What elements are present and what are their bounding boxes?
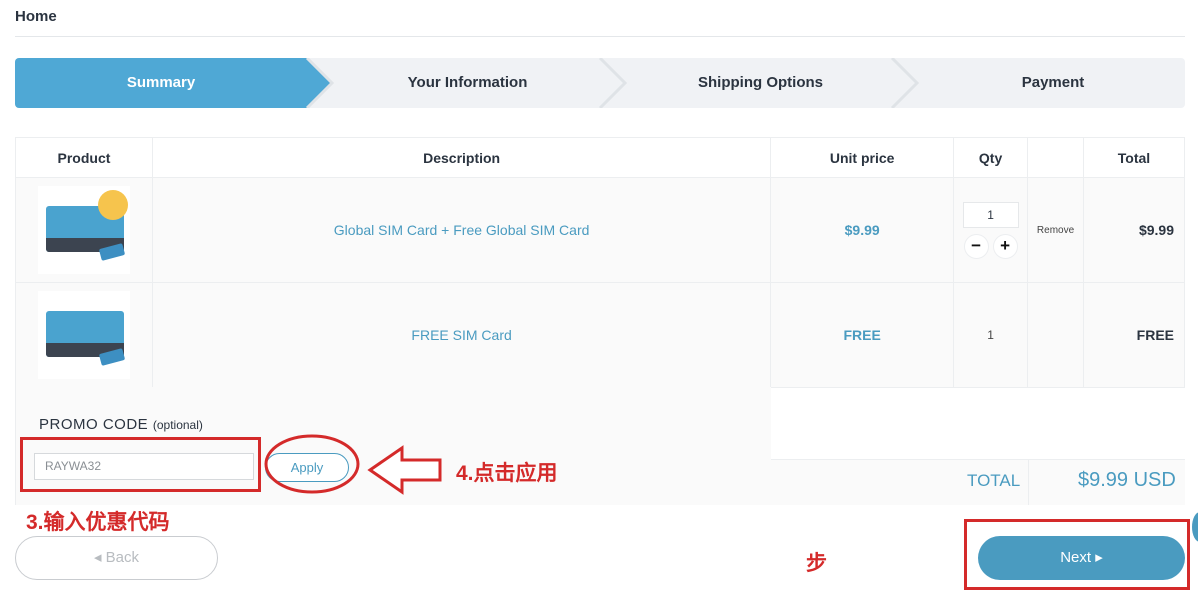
step-your-information[interactable]: Your Information — [320, 58, 615, 108]
minus-icon[interactable]: − — [963, 233, 989, 259]
line-total: $9.99 — [1083, 177, 1185, 283]
table-row: FREE SIM Card FREE 1 FREE — [15, 282, 1185, 388]
product-description: Global SIM Card + Free Global SIM Card — [151, 177, 772, 283]
remove-link[interactable]: Remove — [1027, 177, 1085, 283]
header-product: Product — [15, 137, 153, 178]
checkout-stepper: Summary Your Information Shipping Option… — [15, 58, 1185, 108]
header-remove — [1027, 137, 1085, 178]
header-description: Description — [151, 137, 772, 178]
annotation-stray-char: 步 — [806, 552, 827, 575]
annotation-box-promo — [20, 437, 261, 492]
product-image — [37, 291, 130, 379]
promo-title: PROMO CODE (optional) — [39, 416, 203, 433]
quantity-input[interactable]: 1 — [962, 201, 1019, 228]
free-badge-icon — [97, 190, 128, 220]
promo-title-text: PROMO CODE — [39, 416, 149, 433]
table-header-row: Product Description Unit price Qty Total — [15, 137, 1185, 178]
cart-table: Product Description Unit price Qty Total… — [15, 137, 1185, 388]
annotation-arrow-icon — [367, 445, 442, 495]
product-cell — [15, 282, 153, 388]
promo-optional-label: (optional) — [152, 418, 203, 432]
header-qty: Qty — [953, 137, 1029, 178]
remove-cell-empty — [1027, 282, 1085, 388]
step-summary[interactable]: Summary — [15, 58, 307, 108]
annotation-box-next — [964, 519, 1190, 590]
total-label: TOTAL — [967, 471, 1021, 490]
qty-cell: 1 − + — [953, 177, 1029, 283]
annotation-step4: 4.点击应用 — [456, 462, 558, 485]
divider — [15, 36, 1185, 37]
chat-widget-icon[interactable] — [1192, 512, 1198, 542]
line-total: FREE — [1083, 282, 1185, 388]
annotation-circle-apply — [264, 434, 360, 494]
product-image — [37, 186, 130, 274]
step-shipping-options[interactable]: Shipping Options — [613, 58, 908, 108]
header-total: Total — [1083, 137, 1185, 178]
unit-price: FREE — [770, 282, 955, 388]
product-description: FREE SIM Card — [151, 282, 772, 388]
back-button[interactable]: ◂ Back — [15, 536, 218, 580]
divider — [1028, 460, 1029, 505]
step-payment[interactable]: Payment — [905, 58, 1185, 108]
plus-icon[interactable]: + — [992, 233, 1018, 259]
annotation-step3: 3.输入优惠代码 — [26, 511, 170, 534]
qty-value: 1 — [953, 282, 1029, 388]
table-row: Global SIM Card + Free Global SIM Card $… — [15, 177, 1185, 283]
total-value: $9.99 USD — [1078, 469, 1176, 491]
unit-price: $9.99 — [770, 177, 955, 283]
product-cell — [15, 177, 153, 283]
home-link[interactable]: Home — [15, 8, 57, 25]
header-unit-price: Unit price — [770, 137, 955, 178]
